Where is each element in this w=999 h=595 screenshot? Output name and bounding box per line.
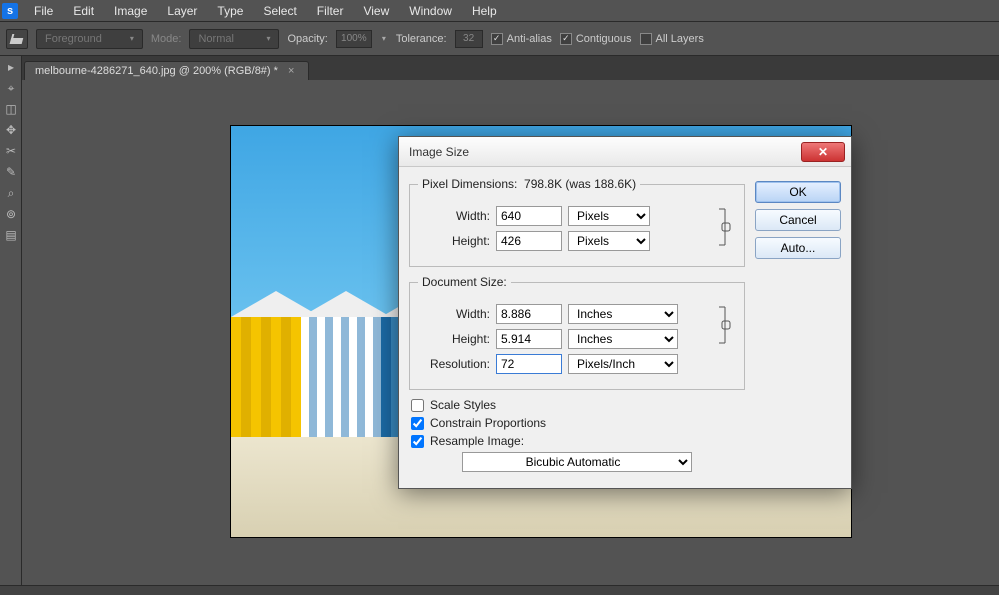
pixel-dimensions-group: Pixel Dimensions: 798.8K (was 188.6K) Wi… (409, 177, 745, 267)
pixel-width-unit-select[interactable]: Pixels (568, 206, 650, 226)
tool-slot[interactable]: ▸ (1, 57, 21, 77)
document-size-legend: Document Size: (418, 275, 511, 289)
all-layers-label: All Layers (656, 33, 704, 45)
tool-slot[interactable]: ▤ (1, 225, 21, 245)
cancel-button[interactable]: Cancel (755, 209, 841, 231)
menu-select[interactable]: Select (253, 4, 306, 18)
mode-label: Mode: (151, 33, 182, 45)
anti-alias-checkbox[interactable]: ✓Anti-alias (491, 33, 552, 45)
tool-slot[interactable]: ⌕ (1, 183, 21, 203)
constrain-label: Constrain Proportions (430, 416, 546, 430)
menu-file[interactable]: File (24, 4, 63, 18)
opacity-input[interactable]: 100% (336, 30, 372, 48)
all-layers-checkbox[interactable]: All Layers (640, 33, 704, 45)
chevron-down-icon[interactable]: ▾ (380, 34, 388, 43)
tool-slot[interactable]: ✂ (1, 141, 21, 161)
document-tabstrip: melbourne-4286271_640.jpg @ 200% (RGB/8#… (0, 56, 999, 80)
menu-type[interactable]: Type (207, 4, 253, 18)
resample-label: Resample Image: (430, 434, 524, 448)
document-size-group: Document Size: Width: Inches Height: Inc… (409, 275, 745, 390)
link-icon[interactable] (716, 299, 734, 351)
status-bar (0, 585, 999, 595)
image-size-dialog: Image Size ✕ Pixel Dimensions: 798.8K (w… (398, 136, 852, 489)
options-bar: Foreground▾ Mode: Normal▾ Opacity: 100% … (0, 22, 999, 56)
menu-edit[interactable]: Edit (63, 4, 104, 18)
doc-height-label: Height: (418, 332, 490, 346)
document-tab-title: melbourne-4286271_640.jpg @ 200% (RGB/8#… (35, 65, 278, 77)
chevron-down-icon: ▾ (266, 34, 270, 43)
scale-styles-label: Scale Styles (430, 398, 496, 412)
doc-width-unit-select[interactable]: Inches (568, 304, 678, 324)
opacity-label: Opacity: (287, 33, 327, 45)
blend-mode-select[interactable]: Normal ▾ (189, 29, 279, 49)
tool-slot[interactable]: ⌖ (1, 78, 21, 98)
width-label: Width: (418, 209, 490, 223)
menu-image[interactable]: Image (104, 4, 157, 18)
menubar: s File Edit Image Layer Type Select Filt… (0, 0, 999, 22)
blend-mode-value: Normal (198, 33, 233, 45)
menu-help[interactable]: Help (462, 4, 507, 18)
resolution-label: Resolution: (418, 357, 490, 371)
doc-height-input[interactable] (496, 329, 562, 349)
auto-button[interactable]: Auto... (755, 237, 841, 259)
contiguous-checkbox[interactable]: ✓Contiguous (560, 33, 632, 45)
menu-filter[interactable]: Filter (307, 4, 354, 18)
pixel-height-unit-select[interactable]: Pixels (568, 231, 650, 251)
link-icon[interactable] (716, 201, 734, 253)
resolution-unit-select[interactable]: Pixels/Inch (568, 354, 678, 374)
close-button[interactable]: ✕ (801, 142, 845, 162)
menu-window[interactable]: Window (399, 4, 462, 18)
doc-width-label: Width: (418, 307, 490, 321)
fill-mode-select[interactable]: Foreground ▾ (36, 29, 143, 49)
paint-bucket-icon[interactable] (6, 29, 28, 49)
constrain-checkbox[interactable]: Constrain Proportions (411, 416, 745, 430)
scale-styles-checkbox[interactable]: Scale Styles (411, 398, 745, 412)
pixel-height-input[interactable] (496, 231, 562, 251)
tools-panel: ▸ ⌖ ◫ ✥ ✂ ✎ ⌕ ⊚ ▤ (0, 56, 22, 595)
tool-slot[interactable]: ✎ (1, 162, 21, 182)
document-tab[interactable]: melbourne-4286271_640.jpg @ 200% (RGB/8#… (24, 61, 309, 80)
resolution-input[interactable] (496, 354, 562, 374)
pixel-width-input[interactable] (496, 206, 562, 226)
pixel-dimensions-legend: Pixel Dimensions: 798.8K (was 188.6K) (418, 177, 640, 191)
app-logo: s (2, 3, 18, 19)
contiguous-label: Contiguous (576, 33, 632, 45)
tolerance-label: Tolerance: (396, 33, 447, 45)
dialog-title: Image Size (409, 145, 801, 159)
resample-checkbox[interactable]: Resample Image: (411, 434, 745, 448)
chevron-down-icon: ▾ (130, 34, 134, 43)
anti-alias-label: Anti-alias (507, 33, 552, 45)
doc-height-unit-select[interactable]: Inches (568, 329, 678, 349)
tool-slot[interactable]: ✥ (1, 120, 21, 140)
menu-layer[interactable]: Layer (157, 4, 207, 18)
fill-mode-label: Foreground (45, 33, 102, 45)
resample-method-select[interactable]: Bicubic Automatic (462, 452, 692, 472)
close-icon[interactable]: × (288, 65, 294, 77)
menu-view[interactable]: View (353, 4, 399, 18)
doc-width-input[interactable] (496, 304, 562, 324)
tool-slot[interactable]: ◫ (1, 99, 21, 119)
height-label: Height: (418, 234, 490, 248)
ok-button[interactable]: OK (755, 181, 841, 203)
tolerance-input[interactable]: 32 (455, 30, 483, 48)
dialog-titlebar[interactable]: Image Size ✕ (399, 137, 851, 167)
tool-slot[interactable]: ⊚ (1, 204, 21, 224)
